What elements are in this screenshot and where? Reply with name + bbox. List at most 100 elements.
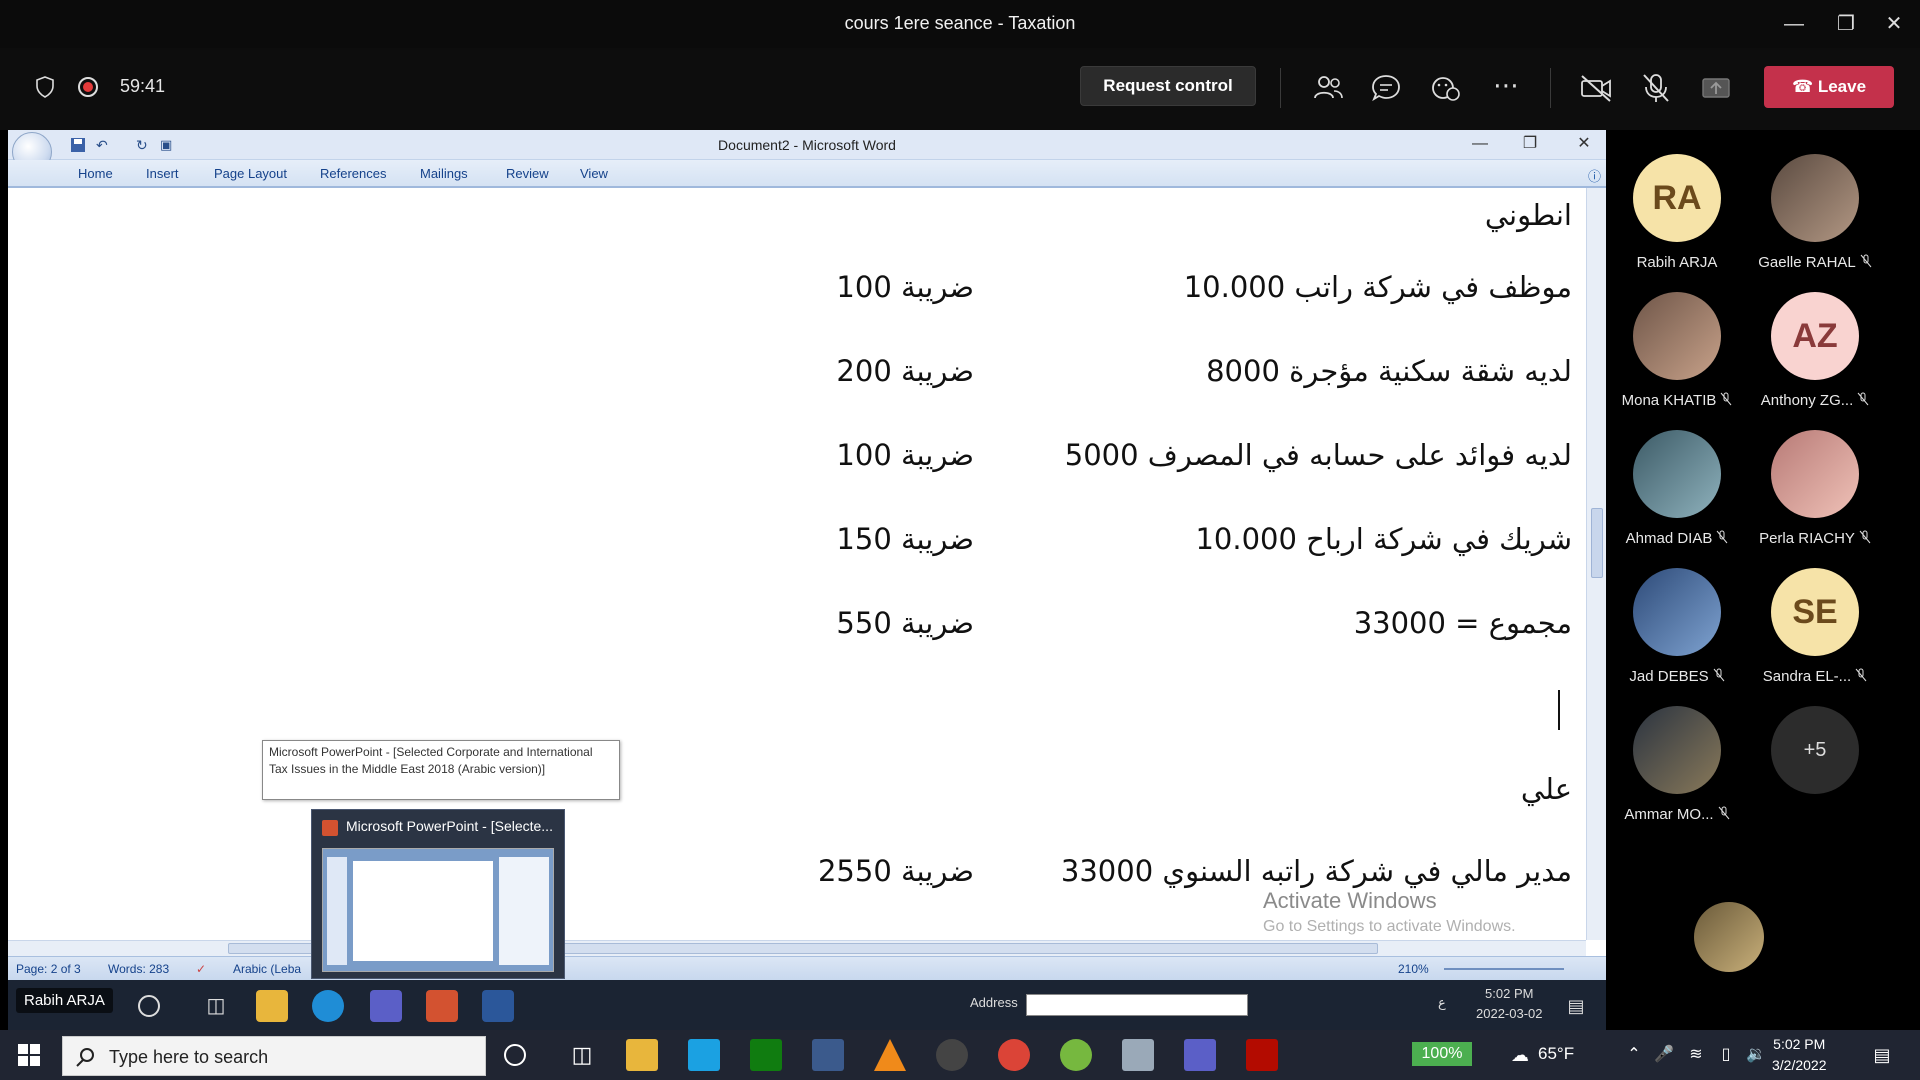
participant-name: Perla RIACHY bbox=[1746, 530, 1884, 547]
more-options-icon[interactable]: ⋯ bbox=[1488, 70, 1524, 106]
save-icon[interactable] bbox=[70, 137, 86, 153]
mic-off-icon bbox=[1718, 806, 1729, 820]
media-player-icon[interactable] bbox=[936, 1039, 968, 1071]
app-l-icon[interactable] bbox=[688, 1039, 720, 1071]
print-preview-icon[interactable]: ▣ bbox=[160, 137, 176, 153]
request-control-button[interactable]: Request control bbox=[1080, 66, 1256, 106]
tab-review[interactable]: Review bbox=[506, 166, 549, 181]
zoom-slider[interactable] bbox=[1444, 968, 1564, 970]
leave-button[interactable]: ☎ Leave bbox=[1764, 66, 1894, 108]
doc-line: مدير مالي في شركة راتبه السنوي 33000 bbox=[1060, 854, 1572, 888]
participants-icon[interactable] bbox=[1310, 70, 1346, 106]
participant-tile[interactable]: Jad DEBES bbox=[1608, 568, 1746, 706]
wifi-icon[interactable]: ≋ bbox=[1680, 1039, 1712, 1071]
self-video-tile[interactable] bbox=[1694, 902, 1832, 1040]
search-box[interactable]: Type here to search bbox=[62, 1036, 486, 1076]
taskbar-thumbnail[interactable]: Microsoft PowerPoint - [Selecte... bbox=[311, 809, 565, 979]
scroll-thumb[interactable] bbox=[1591, 508, 1603, 578]
address-input[interactable] bbox=[1026, 994, 1248, 1016]
participants-panel: RA Rabih ARJA Gaelle RAHAL Mona KHATIB A… bbox=[1606, 130, 1920, 1030]
powerpoint-icon[interactable] bbox=[426, 990, 458, 1022]
tab-insert[interactable]: Insert bbox=[146, 166, 179, 181]
presenter-name: Rabih ARJA bbox=[16, 988, 113, 1013]
league-icon[interactable] bbox=[812, 1039, 844, 1071]
battery-percentage[interactable]: 100% bbox=[1412, 1042, 1472, 1066]
edge-icon[interactable] bbox=[312, 990, 344, 1022]
temperature[interactable]: 65°F bbox=[1538, 1044, 1574, 1064]
document-page[interactable]: انطوني موظف في شركة راتب 10.000 ضريبة 10… bbox=[8, 190, 1586, 940]
notification-center-icon[interactable]: ▤ bbox=[1866, 1039, 1898, 1071]
notes-pane bbox=[499, 857, 549, 965]
window-title: cours 1ere seance - Taxation bbox=[844, 13, 1076, 33]
zoom-level[interactable]: 210% bbox=[1398, 962, 1429, 976]
powerpoint-icon bbox=[322, 820, 338, 836]
participant-name: Mona KHATIB bbox=[1608, 392, 1746, 409]
word-count[interactable]: Words: 283 bbox=[108, 962, 169, 976]
utorrent-icon[interactable] bbox=[1060, 1039, 1092, 1071]
participant-tile[interactable]: Ahmad DIAB bbox=[1608, 430, 1746, 568]
restore-icon[interactable]: ❐ bbox=[1828, 8, 1864, 40]
tax-value: ضريبة 100 bbox=[836, 270, 974, 304]
vertical-scrollbar[interactable] bbox=[1586, 188, 1606, 940]
word-restore-icon[interactable]: ❐ bbox=[1512, 130, 1548, 160]
word-close-icon[interactable]: ✕ bbox=[1566, 130, 1602, 160]
word-icon[interactable] bbox=[482, 990, 514, 1022]
tab-mailings[interactable]: Mailings bbox=[420, 166, 468, 181]
phone-icon: ☎ bbox=[1791, 77, 1818, 96]
participant-tile[interactable]: Gaelle RAHAL bbox=[1746, 154, 1884, 292]
system-clock[interactable]: 5:02 PM 3/2/2022 bbox=[1772, 1034, 1827, 1076]
chrome-icon[interactable] bbox=[998, 1039, 1030, 1071]
chevron-up-icon[interactable]: ⌃ bbox=[1618, 1039, 1650, 1071]
acrobat-icon[interactable] bbox=[1246, 1039, 1278, 1071]
teams-icon[interactable] bbox=[1184, 1039, 1216, 1071]
input-language[interactable]: ع bbox=[1438, 995, 1446, 1011]
participant-tile[interactable]: Perla RIACHY bbox=[1746, 430, 1884, 568]
proofing-icon[interactable]: ✓ bbox=[196, 962, 206, 976]
undo-icon[interactable]: ↶ bbox=[96, 137, 112, 153]
slide-page bbox=[353, 861, 493, 961]
reactions-icon[interactable] bbox=[1428, 70, 1464, 106]
tab-page-layout[interactable]: Page Layout bbox=[214, 166, 287, 181]
battery-icon[interactable]: ▯ bbox=[1710, 1039, 1742, 1071]
horizontal-scrollbar[interactable] bbox=[8, 940, 1586, 956]
weather-icon[interactable]: ☁ bbox=[1504, 1039, 1536, 1071]
app-window-icon[interactable] bbox=[1122, 1039, 1154, 1071]
tab-view[interactable]: View bbox=[580, 166, 608, 181]
more-participants-button[interactable]: +5 bbox=[1746, 706, 1884, 844]
volume-icon[interactable]: 🔉 bbox=[1740, 1039, 1772, 1071]
share-screen-icon[interactable] bbox=[1698, 70, 1734, 106]
notification-icon[interactable]: ▤ bbox=[1560, 990, 1592, 1022]
tab-home[interactable]: Home bbox=[78, 166, 113, 181]
participant-tile[interactable]: SE Sandra EL-... bbox=[1746, 568, 1884, 706]
participant-name: Gaelle RAHAL bbox=[1746, 254, 1884, 271]
divider bbox=[1550, 68, 1551, 108]
microphone-icon[interactable]: 🎤 bbox=[1648, 1039, 1680, 1071]
page-count[interactable]: Page: 2 of 3 bbox=[16, 962, 81, 976]
close-icon[interactable]: ✕ bbox=[1876, 8, 1912, 40]
language-indicator[interactable]: Arabic (Leba bbox=[233, 962, 301, 976]
chat-icon[interactable] bbox=[1368, 70, 1404, 106]
vlc-icon[interactable] bbox=[874, 1039, 906, 1071]
minimize-icon[interactable]: — bbox=[1776, 8, 1812, 40]
camera-off-icon[interactable] bbox=[1578, 70, 1614, 106]
participant-tile[interactable]: Ammar MO... bbox=[1608, 706, 1746, 844]
xbox-icon[interactable] bbox=[750, 1039, 782, 1071]
mic-off-icon bbox=[1720, 392, 1732, 406]
task-view-icon[interactable]: ◫ bbox=[566, 1039, 598, 1071]
participant-tile[interactable]: RA Rabih ARJA bbox=[1608, 154, 1746, 292]
help-icon[interactable]: ⓘ bbox=[1588, 166, 1601, 185]
remote-clock: 5:02 PM 2022-03-02 bbox=[1476, 984, 1543, 1024]
cortana-icon[interactable] bbox=[504, 1044, 526, 1066]
redo-icon[interactable]: ↻ bbox=[136, 137, 152, 153]
file-explorer-icon[interactable] bbox=[256, 990, 288, 1022]
participant-tile[interactable]: Mona KHATIB bbox=[1608, 292, 1746, 430]
mic-off-icon[interactable] bbox=[1638, 70, 1674, 106]
word-minimize-icon[interactable]: — bbox=[1462, 130, 1498, 160]
teams-icon[interactable] bbox=[370, 990, 402, 1022]
windows-start-icon[interactable] bbox=[18, 1044, 40, 1066]
file-explorer-icon[interactable] bbox=[626, 1039, 658, 1071]
participant-tile[interactable]: AZ Anthony ZG... bbox=[1746, 292, 1884, 430]
cortana-icon[interactable] bbox=[138, 995, 160, 1017]
task-view-icon[interactable]: ◫ bbox=[200, 990, 232, 1022]
tab-references[interactable]: References bbox=[320, 166, 386, 181]
